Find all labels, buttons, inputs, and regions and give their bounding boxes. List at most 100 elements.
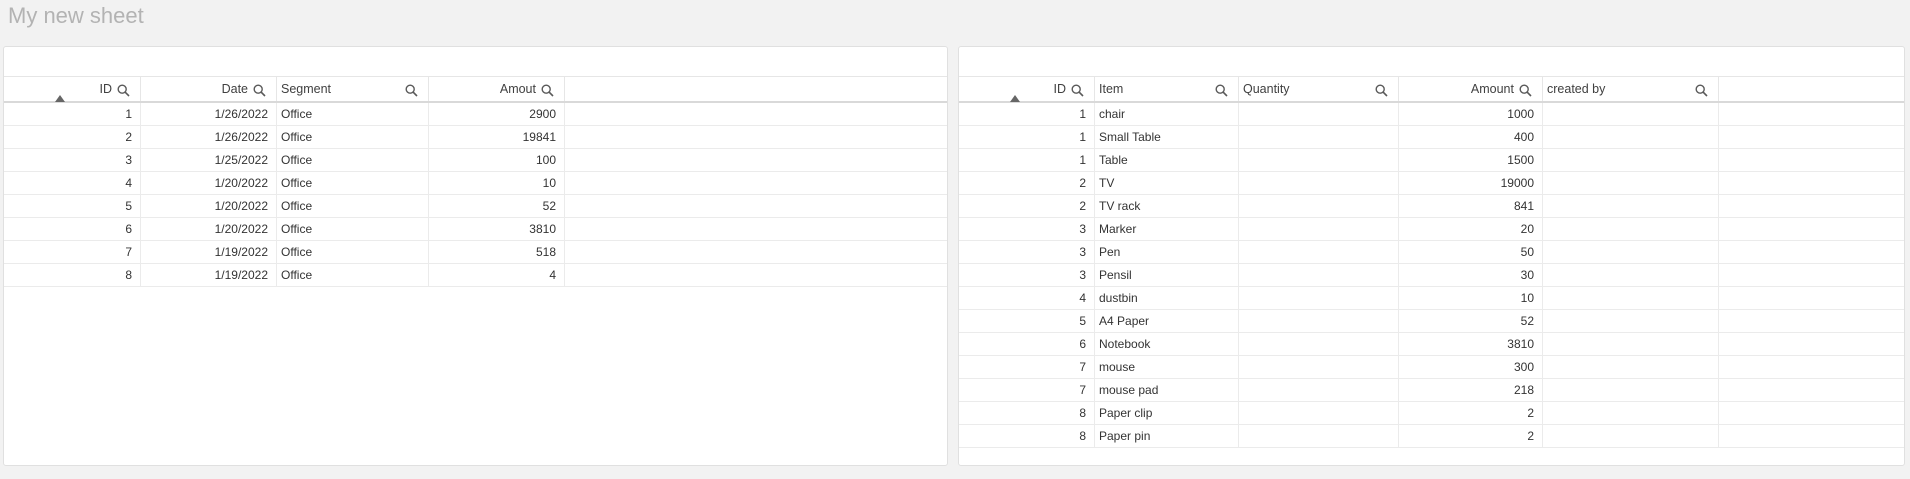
- table-cell-amount[interactable]: 3810: [1399, 333, 1543, 355]
- table-cell-amount[interactable]: 1000: [1399, 103, 1543, 125]
- table-cell-quantity[interactable]: [1239, 218, 1399, 240]
- table-cell-item[interactable]: Paper clip: [1095, 402, 1239, 424]
- table-cell-date[interactable]: 1/26/2022: [141, 126, 277, 148]
- search-icon[interactable]: [405, 84, 418, 97]
- table-cell-created-by[interactable]: [1543, 218, 1719, 240]
- table-cell-amount[interactable]: 400: [1399, 126, 1543, 148]
- table-cell-amount[interactable]: 10: [429, 172, 565, 194]
- table-row[interactable]: 3 Pen 50: [959, 241, 1904, 264]
- table-cell-amount[interactable]: 218: [1399, 379, 1543, 401]
- table-cell-segment[interactable]: Office: [277, 241, 429, 263]
- table-cell-amount[interactable]: 300: [1399, 356, 1543, 378]
- table-row[interactable]: 6 1/20/2022 Office 3810: [4, 218, 947, 241]
- table-cell-created-by[interactable]: [1543, 126, 1719, 148]
- table-cell-id[interactable]: 5: [4, 195, 141, 217]
- table-cell-amount[interactable]: 19000: [1399, 172, 1543, 194]
- table-cell-quantity[interactable]: [1239, 310, 1399, 332]
- table-cell-id[interactable]: 3: [4, 149, 141, 171]
- table-cell-amount[interactable]: 50: [1399, 241, 1543, 263]
- table-cell-item[interactable]: TV rack: [1095, 195, 1239, 217]
- table-cell-created-by[interactable]: [1543, 241, 1719, 263]
- table-cell-id[interactable]: 7: [4, 241, 141, 263]
- search-icon[interactable]: [1519, 84, 1532, 97]
- table-cell-item[interactable]: TV: [1095, 172, 1239, 194]
- table-cell-created-by[interactable]: [1543, 379, 1719, 401]
- column-header-date[interactable]: Date: [141, 77, 277, 101]
- search-icon[interactable]: [1695, 84, 1708, 97]
- table-row[interactable]: 1 Table 1500: [959, 149, 1904, 172]
- table-row[interactable]: 8 Paper clip 2: [959, 402, 1904, 425]
- table-cell-id[interactable]: 6: [959, 333, 1095, 355]
- table-cell-date[interactable]: 1/20/2022: [141, 195, 277, 217]
- table-row[interactable]: 4 1/20/2022 Office 10: [4, 172, 947, 195]
- table-row[interactable]: 7 mouse 300: [959, 356, 1904, 379]
- table-cell-item[interactable]: Pen: [1095, 241, 1239, 263]
- search-icon[interactable]: [1375, 84, 1388, 97]
- table-cell-date[interactable]: 1/19/2022: [141, 264, 277, 286]
- table-cell-quantity[interactable]: [1239, 149, 1399, 171]
- table-cell-id[interactable]: 3: [959, 218, 1095, 240]
- table-row[interactable]: 7 mouse pad 218: [959, 379, 1904, 402]
- search-icon[interactable]: [117, 84, 130, 97]
- table-cell-item[interactable]: Table: [1095, 149, 1239, 171]
- table-cell-amount[interactable]: 52: [429, 195, 565, 217]
- table-row[interactable]: 3 Pensil 30: [959, 264, 1904, 287]
- search-icon[interactable]: [253, 84, 266, 97]
- table-cell-date[interactable]: 1/25/2022: [141, 149, 277, 171]
- table-cell-item[interactable]: mouse: [1095, 356, 1239, 378]
- table-cell-date[interactable]: 1/26/2022: [141, 103, 277, 125]
- table-cell-id[interactable]: 2: [959, 195, 1095, 217]
- table-row[interactable]: 8 Paper pin 2: [959, 425, 1904, 448]
- table-cell-quantity[interactable]: [1239, 287, 1399, 309]
- table-cell-created-by[interactable]: [1543, 287, 1719, 309]
- column-header-amount[interactable]: Amout: [429, 77, 565, 101]
- table-cell-quantity[interactable]: [1239, 172, 1399, 194]
- table-cell-segment[interactable]: Office: [277, 264, 429, 286]
- table-cell-amount[interactable]: 518: [429, 241, 565, 263]
- table-cell-id[interactable]: 3: [959, 264, 1095, 286]
- table-cell-date[interactable]: 1/19/2022: [141, 241, 277, 263]
- table-cell-created-by[interactable]: [1543, 356, 1719, 378]
- column-header-id[interactable]: ID: [959, 77, 1095, 102]
- table-cell-id[interactable]: 5: [959, 310, 1095, 332]
- table-cell-item[interactable]: Notebook: [1095, 333, 1239, 355]
- table-cell-amount[interactable]: 100: [429, 149, 565, 171]
- table-cell-amount[interactable]: 19841: [429, 126, 565, 148]
- table-cell-id[interactable]: 8: [4, 264, 141, 286]
- table-cell-quantity[interactable]: [1239, 402, 1399, 424]
- table-row[interactable]: 1 1/26/2022 Office 2900: [4, 103, 947, 126]
- table-cell-amount[interactable]: 1500: [1399, 149, 1543, 171]
- table-cell-id[interactable]: 7: [959, 356, 1095, 378]
- table-cell-amount[interactable]: 841: [1399, 195, 1543, 217]
- column-header-item[interactable]: Item: [1095, 77, 1239, 101]
- table-row[interactable]: 3 Marker 20: [959, 218, 1904, 241]
- table-cell-item[interactable]: Paper pin: [1095, 425, 1239, 447]
- table-cell-id[interactable]: 8: [959, 425, 1095, 447]
- column-header-quantity[interactable]: Quantity: [1239, 77, 1399, 101]
- table-cell-created-by[interactable]: [1543, 402, 1719, 424]
- table-cell-item[interactable]: dustbin: [1095, 287, 1239, 309]
- table-cell-id[interactable]: 6: [4, 218, 141, 240]
- table-row[interactable]: 2 TV 19000: [959, 172, 1904, 195]
- search-icon[interactable]: [1215, 84, 1228, 97]
- column-header-created-by[interactable]: created by: [1543, 77, 1719, 101]
- table-cell-quantity[interactable]: [1239, 126, 1399, 148]
- table-cell-created-by[interactable]: [1543, 149, 1719, 171]
- table-row[interactable]: 2 TV rack 841: [959, 195, 1904, 218]
- table-cell-created-by[interactable]: [1543, 172, 1719, 194]
- table-cell-id[interactable]: 4: [959, 287, 1095, 309]
- table-cell-date[interactable]: 1/20/2022: [141, 218, 277, 240]
- table-row[interactable]: 2 1/26/2022 Office 19841: [4, 126, 947, 149]
- table-cell-id[interactable]: 1: [4, 103, 141, 125]
- table-cell-id[interactable]: 1: [959, 149, 1095, 171]
- table-cell-item[interactable]: chair: [1095, 103, 1239, 125]
- table-cell-item[interactable]: mouse pad: [1095, 379, 1239, 401]
- table-cell-created-by[interactable]: [1543, 425, 1719, 447]
- table-cell-quantity[interactable]: [1239, 241, 1399, 263]
- table-cell-segment[interactable]: Office: [277, 172, 429, 194]
- table-row[interactable]: 3 1/25/2022 Office 100: [4, 149, 947, 172]
- table-cell-segment[interactable]: Office: [277, 103, 429, 125]
- table-cell-segment[interactable]: Office: [277, 218, 429, 240]
- table-cell-item[interactable]: Marker: [1095, 218, 1239, 240]
- table-cell-quantity[interactable]: [1239, 103, 1399, 125]
